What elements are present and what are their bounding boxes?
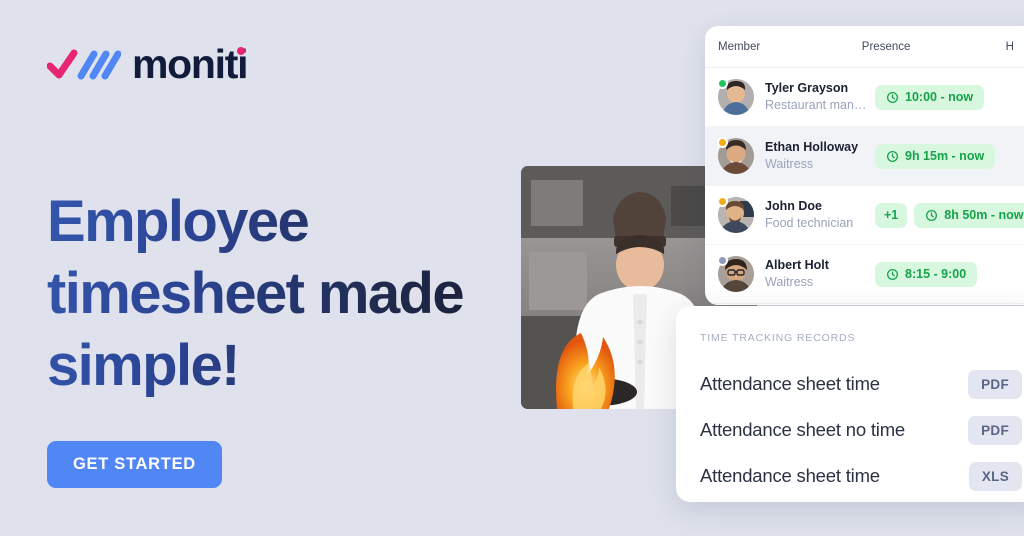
record-label: Attendance sheet no time [700, 419, 906, 440]
member-role: Waitress [765, 156, 814, 171]
table-row[interactable]: John Doe Food technician +1 8h 50m - now… [705, 186, 1024, 245]
member-name: Ethan Holloway [765, 140, 859, 155]
member-role: Restaurant mana... [765, 97, 869, 112]
clock-icon [886, 268, 899, 280]
time-tracking-records-card: TIME TRACKING RECORDS Attendance sheet t… [676, 306, 1024, 502]
avatar [717, 255, 754, 292]
presence-text: 10:00 - now [905, 90, 974, 104]
extra-sessions-badge[interactable]: +1 [875, 202, 908, 228]
presence-cell: 9h 15m - now [875, 143, 996, 169]
clock-icon [926, 209, 938, 221]
member-name: Albert Holt [765, 258, 829, 273]
presence-cell: +1 8h 50m - now [875, 202, 1024, 228]
format-badge-xls[interactable]: XLS [968, 461, 1022, 491]
records-card-title: TIME TRACKING RECORDS [700, 332, 856, 344]
avatar [717, 196, 754, 233]
column-header-presence: Presence [861, 40, 911, 53]
member-identity: Albert Holt Waitress [765, 258, 869, 290]
list-item[interactable]: Attendance sheet time XLS [700, 453, 1022, 499]
member-identity: Tyler Grayson Restaurant mana... [765, 81, 869, 113]
presence-text: 9h 15m - now [905, 149, 985, 163]
presence-badge[interactable]: 8h 50m - now [914, 202, 1024, 228]
record-label: Attendance sheet time [700, 465, 880, 486]
presence-cell: 10:00 - now [875, 84, 985, 110]
record-label: Attendance sheet time [700, 373, 880, 394]
table-row[interactable]: Albert Holt Waitress 8:15 - 9:00 1 [705, 245, 1024, 304]
page-title: Employee timesheet made simple! [47, 186, 507, 403]
members-presence-card: Member Presence H Tyler Grayson Restaura… [705, 26, 1024, 305]
table-row[interactable]: Tyler Grayson Restaurant mana... 10:00 -… [705, 68, 1024, 127]
status-dot-offline [717, 255, 728, 266]
status-dot-away [717, 137, 728, 148]
member-role: Waitress [765, 274, 814, 289]
brand-wordmark-text: moniti [132, 41, 248, 87]
get-started-button[interactable]: GET STARTED [47, 441, 222, 488]
avatar [717, 137, 754, 174]
member-identity: Ethan Holloway Waitress [765, 140, 869, 172]
presence-badge[interactable]: 8:15 - 9:00 [875, 261, 978, 287]
check-and-slashes-logo-icon [47, 49, 121, 79]
presence-badge[interactable]: 9h 15m - now [875, 143, 996, 169]
members-table-header: Member Presence H [705, 26, 1024, 68]
clock-icon [886, 91, 899, 103]
status-dot-away [717, 196, 728, 207]
format-badge-pdf[interactable]: PDF [968, 415, 1022, 445]
list-item[interactable]: Attendance sheet no time PDF [700, 407, 1022, 453]
presence-cell: 8:15 - 9:00 [875, 261, 978, 287]
hero-left-panel: moniti Employee timesheet made simple! G… [0, 0, 520, 536]
list-item[interactable]: Attendance sheet time PDF [700, 361, 1022, 407]
avatar [717, 78, 754, 115]
column-header-member: Member [718, 40, 761, 53]
member-role: Food technician [765, 215, 854, 230]
brand-wordmark: moniti [132, 41, 248, 87]
presence-badge[interactable]: 10:00 - now [875, 84, 985, 110]
format-badge-pdf[interactable]: PDF [968, 369, 1022, 399]
brand-logo[interactable]: moniti [47, 41, 248, 87]
member-name: John Doe [765, 199, 822, 214]
column-header-hours: H [1005, 40, 1014, 53]
clock-icon [886, 150, 899, 162]
presence-text: 8:15 - 9:00 [905, 267, 967, 281]
table-row[interactable]: Ethan Holloway Waitress 9h 15m - now 10 [705, 127, 1024, 186]
member-name: Tyler Grayson [765, 81, 849, 96]
member-identity: John Doe Food technician [765, 199, 869, 231]
presence-text: 8h 50m - now [944, 208, 1024, 222]
status-dot-online [717, 78, 728, 89]
